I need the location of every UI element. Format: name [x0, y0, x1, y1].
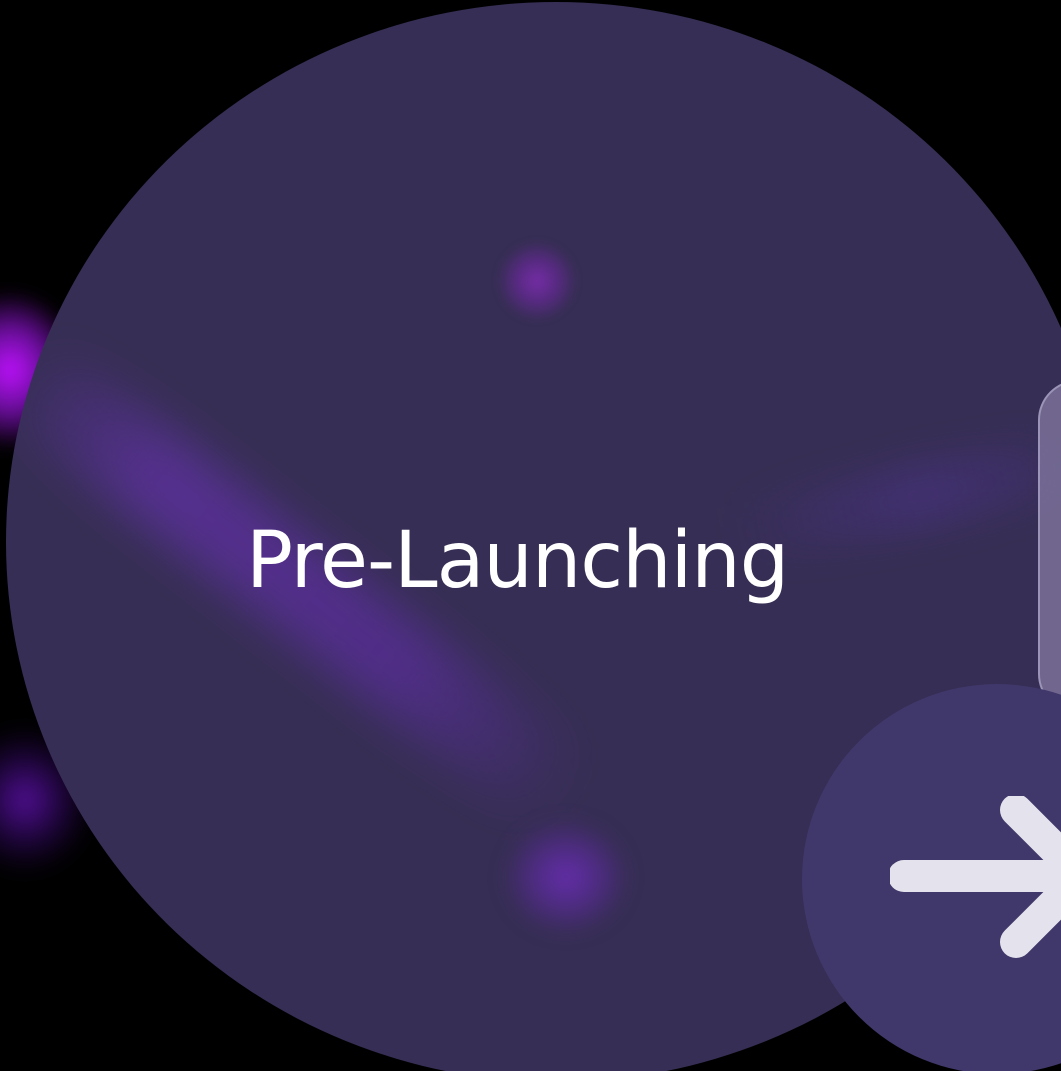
- glow-dot: [496, 240, 578, 322]
- side-panel-edge[interactable]: [1038, 380, 1061, 714]
- app-screen: Pre-Launching: [0, 0, 1061, 1071]
- light-streak-end: [506, 822, 626, 932]
- page-title: Pre-Launching: [246, 516, 789, 606]
- arrow-right-icon: [890, 796, 1061, 958]
